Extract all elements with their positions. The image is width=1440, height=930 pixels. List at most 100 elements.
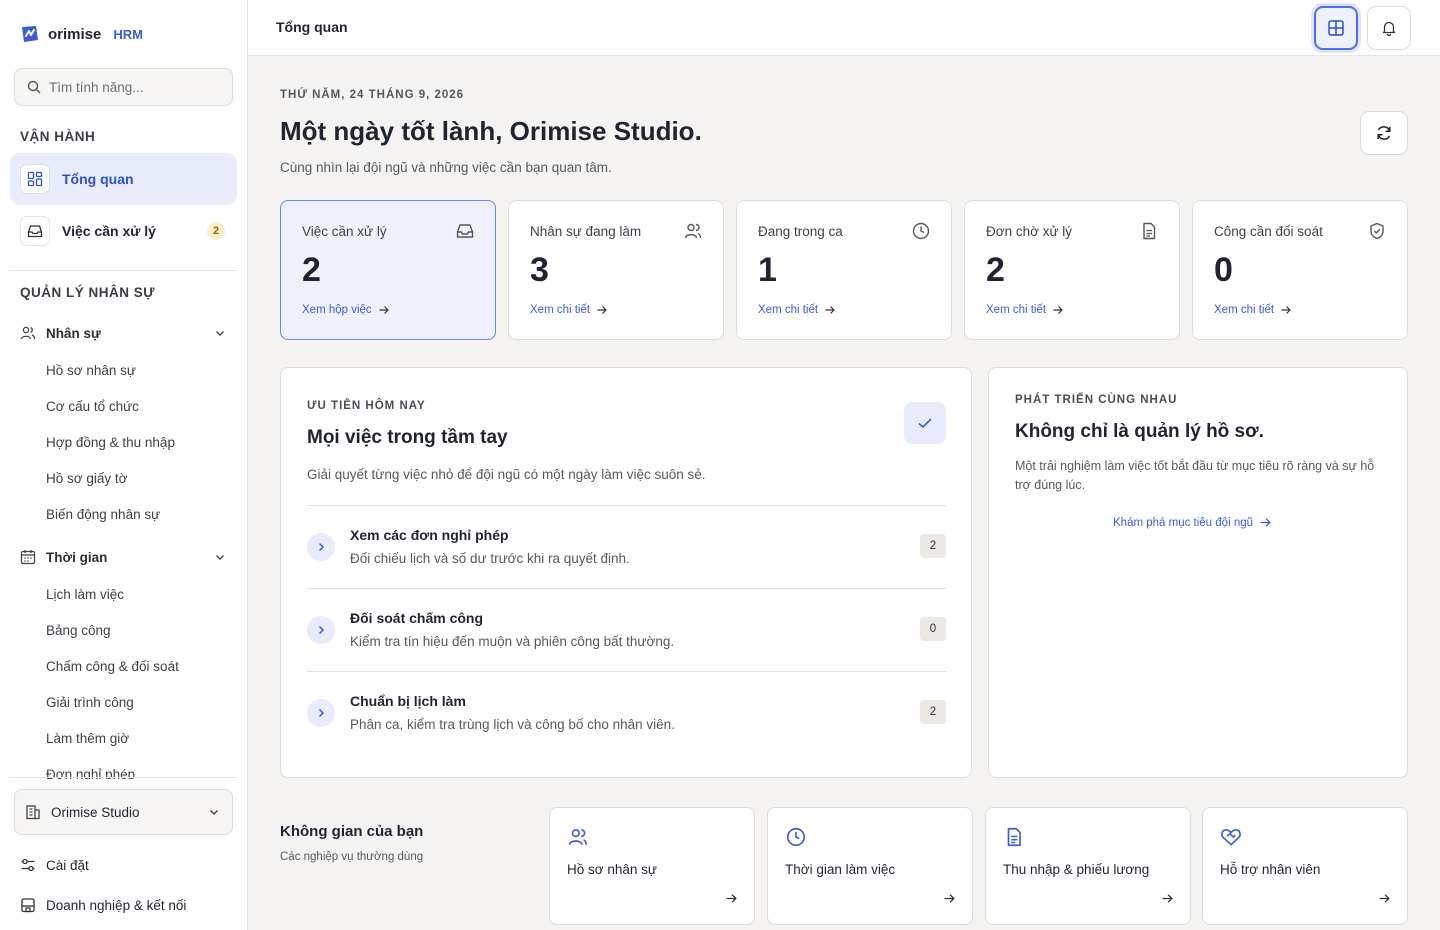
section-label-hr: QUẢN LÝ NHÂN SỰ: [20, 285, 155, 300]
stat-value: 0: [1214, 251, 1233, 289]
chevron-down-icon: [210, 810, 218, 815]
sidebar-item-staff-profiles[interactable]: Hồ sơ nhân sự: [46, 363, 136, 378]
task-desc: Phân ca, kiểm tra trùng lịch và công bố …: [350, 717, 675, 732]
tile-payroll[interactable]: Thu nhập & phiếu lương: [985, 807, 1191, 925]
task-title: Chuẩn bị lịch làm: [350, 693, 466, 709]
priority-kicker: ƯU TIÊN HÔM NAY: [307, 400, 426, 412]
stat-link[interactable]: Xem chi tiết: [1214, 304, 1292, 316]
task-count: 2: [920, 534, 946, 558]
users-icon: [568, 829, 588, 845]
stat-card-tasks[interactable]: Việc cần xử lý 2 Xem hộp việc: [280, 200, 496, 340]
stat-card-pending-requests[interactable]: Đơn chờ xử lý 2 Xem chi tiết: [964, 200, 1180, 340]
brand[interactable]: orimise HRM: [20, 24, 143, 44]
task-item-leave-requests[interactable]: Xem các đơn nghỉ phép Đối chiếu lịch và …: [307, 505, 946, 588]
arrow-right-icon: [597, 306, 607, 314]
group-header-time[interactable]: Thời gian: [20, 549, 230, 565]
stat-card-reconcile[interactable]: Công cần đối soát 0 Xem chi tiết: [1192, 200, 1408, 340]
sidebar-item-documents[interactable]: Hồ sơ giấy tờ: [46, 471, 127, 486]
check-icon: [904, 402, 946, 444]
greeting-subtitle: Cùng nhìn lại đội ngũ và những việc cần …: [280, 160, 612, 175]
arrow-right-icon: [1053, 306, 1063, 314]
explore-goals-link[interactable]: Khám phá mục tiêu đội ngũ: [1113, 516, 1272, 529]
task-item-prepare-schedule[interactable]: Chuẩn bị lịch làm Phân ca, kiểm tra trùn…: [307, 671, 946, 754]
sidebar-item-timesheet[interactable]: Bảng công: [46, 623, 111, 638]
tile-staff-profiles[interactable]: Hồ sơ nhân sự: [549, 807, 755, 925]
greeting-heading: Một ngày tốt lành, Orimise Studio.: [280, 116, 702, 146]
stat-link[interactable]: Xem hộp việc: [302, 304, 390, 316]
group-label: Thời gian: [46, 549, 108, 565]
growth-kicker: PHÁT TRIỂN CÙNG NHAU: [1015, 394, 1178, 406]
nav-item-label: Việc cần xử lý: [62, 223, 156, 239]
sidebar-item-contracts[interactable]: Hợp đồng & thu nhập: [46, 435, 175, 450]
settings-label: Cài đặt: [46, 857, 89, 873]
nav-item-overview[interactable]: Tổng quan: [10, 153, 237, 205]
bell-icon: [1382, 21, 1396, 36]
chevron-right-icon: [307, 699, 335, 727]
stat-link[interactable]: Xem chi tiết: [986, 304, 1064, 316]
stat-card-working-staff[interactable]: Nhân sự đang làm 3 Xem chi tiết: [508, 200, 724, 340]
settings-link[interactable]: Cài đặt: [20, 857, 89, 873]
inbox-icon: [20, 216, 50, 246]
organization-select[interactable]: Orimise Studio: [14, 789, 233, 835]
document-icon: [1007, 827, 1021, 847]
sidebar-item-attendance[interactable]: Chấm công & đối soát: [46, 659, 179, 674]
priority-desc: Giải quyết từng việc nhỏ để đội ngũ có m…: [307, 467, 706, 482]
stat-value: 2: [302, 251, 321, 289]
stat-link-label: Xem chi tiết: [1214, 304, 1275, 316]
brand-suffix: HRM: [113, 26, 143, 42]
layout-toggle-button[interactable]: [1314, 6, 1358, 50]
arrow-right-icon: [1260, 518, 1271, 527]
current-date: THỨ NĂM, 24 THÁNG 9, 2026: [280, 89, 465, 101]
sidebar-item-staff-changes[interactable]: Biến động nhân sự: [46, 507, 160, 522]
users-icon: [684, 223, 702, 239]
sidebar-item-schedule[interactable]: Lịch làm việc: [46, 587, 124, 602]
divider: [10, 777, 237, 778]
section-label-ops: VẬN HÀNH: [20, 129, 96, 144]
stat-link[interactable]: Xem chi tiết: [530, 304, 608, 316]
stat-value: 2: [986, 251, 1005, 289]
stat-link-label: Xem chi tiết: [758, 304, 819, 316]
tile-label: Hỗ trợ nhân viên: [1220, 862, 1321, 877]
stat-link-label: Xem hộp việc: [302, 304, 372, 316]
refresh-icon: [1377, 126, 1391, 140]
stat-link[interactable]: Xem chi tiết: [758, 304, 836, 316]
workspace-title: Không gian của bạn: [280, 823, 424, 840]
business-connections-link[interactable]: Doanh nghiệp & kết nối: [20, 897, 186, 913]
refresh-button[interactable]: [1360, 111, 1408, 155]
sidebar-item-overtime[interactable]: Làm thêm giờ: [46, 731, 129, 746]
orimise-logo-icon: [22, 26, 38, 42]
building-icon: [26, 805, 40, 820]
stat-link-label: Xem chi tiết: [986, 304, 1047, 316]
tile-working-time[interactable]: Thời gian làm việc: [767, 807, 973, 925]
group-header-staff[interactable]: Nhân sự: [20, 325, 230, 341]
task-count: 2: [920, 700, 946, 724]
stat-label: Việc cần xử lý: [302, 224, 387, 239]
search-input[interactable]: [49, 79, 219, 95]
stat-card-on-shift[interactable]: Đang trong ca 1 Xem chi tiết: [736, 200, 952, 340]
business-label: Doanh nghiệp & kết nối: [46, 897, 187, 913]
tile-label: Hồ sơ nhân sự: [567, 862, 657, 877]
stat-link-label: Xem chi tiết: [530, 304, 591, 316]
task-count: 0: [920, 617, 946, 641]
sidebar-item-explanations[interactable]: Giải trình công: [46, 695, 134, 710]
dashboard-icon: [20, 164, 50, 194]
explore-goals-label: Khám phá mục tiêu đội ngũ: [1113, 516, 1254, 529]
divider: [10, 270, 237, 271]
task-item-attendance-reconcile[interactable]: Đối soát chấm công Kiểm tra tín hiệu đến…: [307, 588, 946, 671]
notifications-button[interactable]: [1367, 6, 1411, 50]
inbox-icon: [456, 224, 474, 238]
nav-item-tasks[interactable]: Việc cần xử lý 2: [10, 205, 237, 257]
tile-employee-support[interactable]: Hỗ trợ nhân viên: [1202, 807, 1408, 925]
page-title: Tổng quan: [276, 19, 348, 35]
arrow-right-icon: [1379, 894, 1390, 903]
tile-label: Thời gian làm việc: [785, 862, 896, 877]
nav-item-label: Tổng quan: [62, 171, 134, 187]
arrow-right-icon: [1162, 894, 1173, 903]
sidebar-item-org-structure[interactable]: Cơ cấu tổ chức: [46, 399, 139, 414]
topbar: Tổng quan: [248, 0, 1440, 56]
search-box[interactable]: [14, 68, 233, 106]
task-title: Đối soát chấm công: [350, 610, 484, 626]
arrow-right-icon: [1281, 306, 1291, 314]
stat-label: Công cần đối soát: [1214, 224, 1323, 239]
chevron-right-icon: [307, 533, 335, 561]
